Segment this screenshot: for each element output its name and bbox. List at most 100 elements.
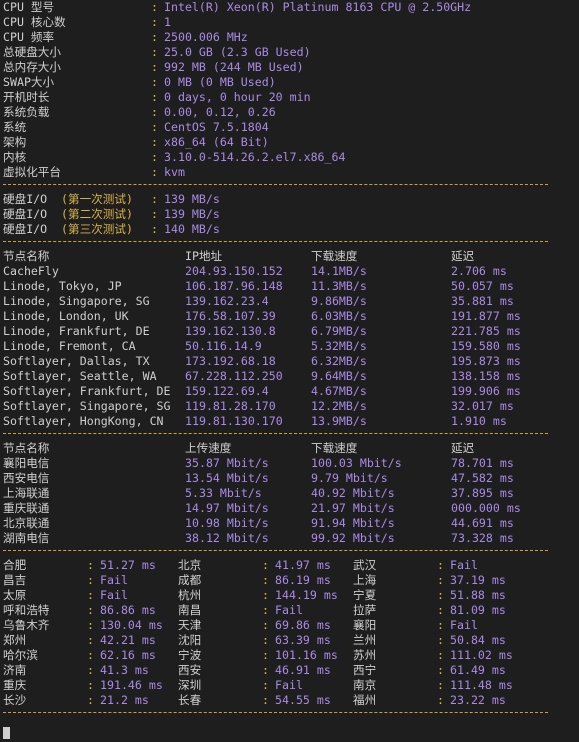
sysinfo-label: CPU 型号 — [3, 0, 55, 14]
ping-city: 北京 — [178, 558, 202, 572]
ping-latency: Fail — [450, 618, 478, 632]
sysinfo-label: 架构 — [3, 135, 27, 149]
node-name: Softlayer, HongKong, CN — [3, 414, 164, 428]
node-name: Softlayer, Singapore, SG — [3, 399, 171, 413]
sysinfo-colon: : — [151, 120, 158, 134]
node-name: Softlayer, Frankfurt, DE — [3, 384, 171, 398]
ping-city: 南昌 — [178, 603, 202, 617]
ping-latency: 50.84 ms — [450, 633, 506, 647]
node-name: Linode, London, UK — [3, 309, 129, 323]
ping-latency: 69.86 ms — [275, 618, 331, 632]
ping-latency: Fail — [100, 588, 128, 602]
ping-city: 兰州 — [353, 633, 377, 647]
ping-latency: 41.3 ms — [100, 663, 149, 677]
download-speed: 14.1MB/s — [311, 264, 367, 278]
sysinfo-value: CentOS 7.5.1804 — [164, 120, 269, 134]
terminal-window[interactable]: CPU 型号: Intel(R) Xeon(R) Platinum 8163 CP… — [0, 0, 579, 742]
ping-colon: : — [437, 618, 444, 632]
sysinfo-value: 0.00, 0.12, 0.26 — [164, 105, 276, 119]
ping-colon: : — [87, 573, 94, 587]
ping-latency: Fail — [100, 573, 128, 587]
ping-city: 沈阳 — [178, 633, 202, 647]
ping-city: 呼和浩特 — [3, 603, 50, 617]
ping-city: 长沙 — [3, 693, 27, 707]
ping-latency: 37.19 ms — [450, 573, 506, 587]
ping-colon: : — [87, 588, 94, 602]
latency: 2.706 ms — [451, 264, 507, 278]
node-name: Linode, Frankfurt, DE — [3, 324, 150, 338]
ping-colon: : — [262, 588, 269, 602]
ping-colon: : — [262, 603, 269, 617]
ping-city: 太原 — [3, 588, 27, 602]
sysinfo-value: Intel(R) Xeon(R) Platinum 8163 CPU @ 2.5… — [164, 0, 472, 14]
terminal-cursor — [3, 727, 10, 739]
ping-city: 成都 — [178, 573, 202, 587]
download-speed: 5.32MB/s — [311, 339, 367, 353]
latency: 000.000 ms — [451, 501, 521, 515]
disk-io-test: (第三次测试) — [61, 222, 133, 236]
sysinfo-value: 3.10.0-514.26.2.el7.x86_64 — [164, 150, 346, 164]
ping-city: 西宁 — [353, 663, 377, 677]
ip-address: 139.162.23.4 — [185, 294, 269, 308]
ping-latency: 144.19 ms — [275, 588, 338, 602]
latency: 73.328 ms — [451, 531, 514, 545]
ping-latency: 62.16 ms — [100, 648, 156, 662]
ping-latency: 21.2 ms — [100, 693, 149, 707]
ip-address: 50.116.14.9 — [185, 339, 262, 353]
node-name: 西安电信 — [3, 471, 50, 485]
disk-io-colon: : — [151, 192, 158, 206]
separator-line — [3, 433, 548, 434]
ping-city: 武汉 — [353, 558, 377, 572]
sysinfo-colon: : — [151, 90, 158, 104]
sysinfo-colon: : — [151, 135, 158, 149]
ping-latency: 46.91 ms — [275, 663, 331, 677]
disk-io-value: 140 MB/s — [164, 222, 220, 236]
download-speed: 13.9MB/s — [311, 414, 367, 428]
sysinfo-label: 系统负载 — [3, 105, 50, 119]
ping-city: 宁波 — [178, 648, 202, 662]
sysinfo-label: 系统 — [3, 120, 27, 134]
sysinfo-value: 25.0 GB (2.3 GB Used) — [164, 45, 311, 59]
ping-colon: : — [262, 558, 269, 572]
sysinfo-colon: : — [151, 30, 158, 44]
ping-colon: : — [87, 633, 94, 647]
upload-speed: 10.98 Mbit/s — [185, 516, 269, 530]
sysinfo-colon: : — [151, 15, 158, 29]
ping-colon: : — [437, 693, 444, 707]
speedtest-header-cell: 节点名称 — [3, 249, 50, 263]
ping-latency: 130.04 ms — [100, 618, 163, 632]
sysinfo-value: 1 — [164, 15, 171, 29]
disk-io-value: 139 MB/s — [164, 192, 220, 206]
node-name: Softlayer, Dallas, TX — [3, 354, 150, 368]
ip-address: 176.58.107.39 — [185, 309, 276, 323]
disk-io-colon: : — [151, 207, 158, 221]
download-speed: 6.79MB/s — [311, 324, 367, 338]
node-name: Linode, Singapore, SG — [3, 294, 150, 308]
sysinfo-colon: : — [151, 60, 158, 74]
ping-city: 哈尔滨 — [3, 648, 38, 662]
sysinfo-label: CPU 核心数 — [3, 15, 66, 29]
sysinfo-label: 开机时长 — [3, 90, 50, 104]
latency: 50.057 ms — [451, 279, 514, 293]
node-name: 上海联通 — [3, 486, 50, 500]
ping-latency: 54.55 ms — [275, 693, 331, 707]
upload-speed: 38.12 Mbit/s — [185, 531, 269, 545]
sysinfo-value: 0 days, 0 hour 20 min — [164, 90, 311, 104]
ping-latency: 61.49 ms — [450, 663, 506, 677]
ping-city: 昌吉 — [3, 573, 27, 587]
sysinfo-label: SWAP大小 — [3, 75, 55, 89]
ping-latency: Fail — [275, 603, 303, 617]
upload-speed: 35.87 Mbit/s — [185, 456, 269, 470]
sysinfo-colon: : — [151, 165, 158, 179]
ping-city: 宁夏 — [353, 588, 377, 602]
ip-address: 173.192.68.18 — [185, 354, 276, 368]
sysinfo-value: 0 MB (0 MB Used) — [164, 75, 276, 89]
node-name: Linode, Fremont, CA — [3, 339, 136, 353]
ping-city: 襄阳 — [353, 618, 377, 632]
ping-colon: : — [87, 693, 94, 707]
ping-latency: 81.09 ms — [450, 603, 506, 617]
sysinfo-label: 内核 — [3, 150, 27, 164]
download-speed: 12.2MB/s — [311, 399, 367, 413]
latency: 32.017 ms — [451, 399, 514, 413]
ping-city: 郑州 — [3, 633, 27, 647]
